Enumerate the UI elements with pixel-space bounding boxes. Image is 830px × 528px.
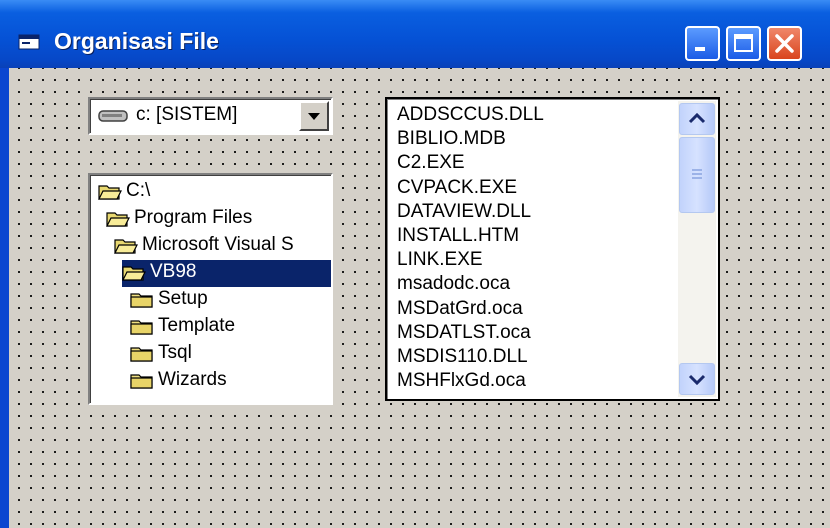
file-item[interactable]: INSTALL.HTM xyxy=(397,225,519,247)
directory-item[interactable]: Tsql xyxy=(130,341,331,368)
directory-label: Tsql xyxy=(158,342,192,363)
folder-icon xyxy=(130,293,153,308)
grip-icon xyxy=(692,169,702,179)
drive-list-box[interactable]: c: [SISTEM] xyxy=(88,97,333,135)
scroll-thumb[interactable] xyxy=(679,137,715,213)
file-list-box[interactable]: MSHFlxGd.oca MSDIS110.DLL MSDATLST.oca MSDa… xyxy=(385,97,720,401)
file-item[interactable]: MSDatGrd.oca xyxy=(397,298,523,320)
file-item[interactable]: MSDIS110.DLL xyxy=(397,346,528,368)
file-item[interactable]: ADDSCCUS.DLL xyxy=(397,104,544,126)
chevron-up-icon xyxy=(688,112,706,124)
folder-icon xyxy=(130,347,153,362)
file-item[interactable]: DATAVIEW.DLL xyxy=(397,201,531,223)
directory-label: Setup xyxy=(158,288,208,309)
hard-drive-icon xyxy=(98,110,128,122)
file-item[interactable]: MSHFlxGd.oca xyxy=(397,370,526,392)
chevron-down-icon xyxy=(308,113,320,120)
file-item[interactable]: BIBLIO.MDB xyxy=(397,128,506,150)
maximize-icon xyxy=(734,34,753,52)
directory-item[interactable]: VB98 xyxy=(122,260,331,287)
directory-item[interactable]: Template xyxy=(130,314,331,341)
directory-label: C:\ xyxy=(126,180,151,201)
directory-label: VB98 xyxy=(150,261,197,282)
scroll-down-button[interactable] xyxy=(679,363,715,395)
directory-label: Template xyxy=(158,315,236,336)
directory-item[interactable]: Microsoft Visual S xyxy=(114,233,331,260)
window-title: Organisasi File xyxy=(54,28,219,54)
minimize-icon xyxy=(695,47,705,51)
directory-item[interactable]: C:\ xyxy=(98,179,331,206)
directory-item[interactable]: Wizards xyxy=(130,368,331,395)
open-folder-icon xyxy=(114,239,138,254)
vertical-scrollbar[interactable] xyxy=(678,101,716,397)
app-window: Organisasi File c: [SISTEM] C:\ Program F… xyxy=(0,0,830,528)
directory-item[interactable]: Setup xyxy=(130,287,331,314)
close-button[interactable] xyxy=(767,26,802,61)
file-item[interactable]: CVPACK.EXE xyxy=(397,177,517,199)
chevron-down-icon xyxy=(688,374,706,386)
minimize-button[interactable] xyxy=(685,26,720,61)
title-bar[interactable]: Organisasi File xyxy=(0,0,830,70)
directory-item[interactable]: Program Files xyxy=(106,206,331,233)
directory-label: Wizards xyxy=(158,369,227,390)
drive-value: c: [SISTEM] xyxy=(136,104,238,125)
file-item[interactable]: msadodc.oca xyxy=(397,273,510,295)
open-folder-icon xyxy=(98,185,122,200)
form-icon xyxy=(18,34,40,50)
directory-label: Program Files xyxy=(134,207,253,228)
file-item[interactable]: LINK.EXE xyxy=(397,249,483,271)
directory-label: Microsoft Visual S xyxy=(142,234,294,255)
window-border xyxy=(0,68,9,528)
open-folder-icon xyxy=(106,212,130,227)
directory-list-box[interactable]: C:\ Program Files Microsoft Visual S VB98 Se… xyxy=(88,173,333,405)
drive-dropdown-button[interactable] xyxy=(299,101,329,131)
open-folder-icon xyxy=(122,266,146,281)
file-item[interactable]: MSDATLST.oca xyxy=(397,322,531,344)
maximize-button[interactable] xyxy=(726,26,761,61)
file-item[interactable]: C2.EXE xyxy=(397,152,465,174)
close-icon xyxy=(775,34,794,53)
scroll-up-button[interactable] xyxy=(679,103,715,135)
folder-icon xyxy=(130,374,153,389)
folder-icon xyxy=(130,320,153,335)
